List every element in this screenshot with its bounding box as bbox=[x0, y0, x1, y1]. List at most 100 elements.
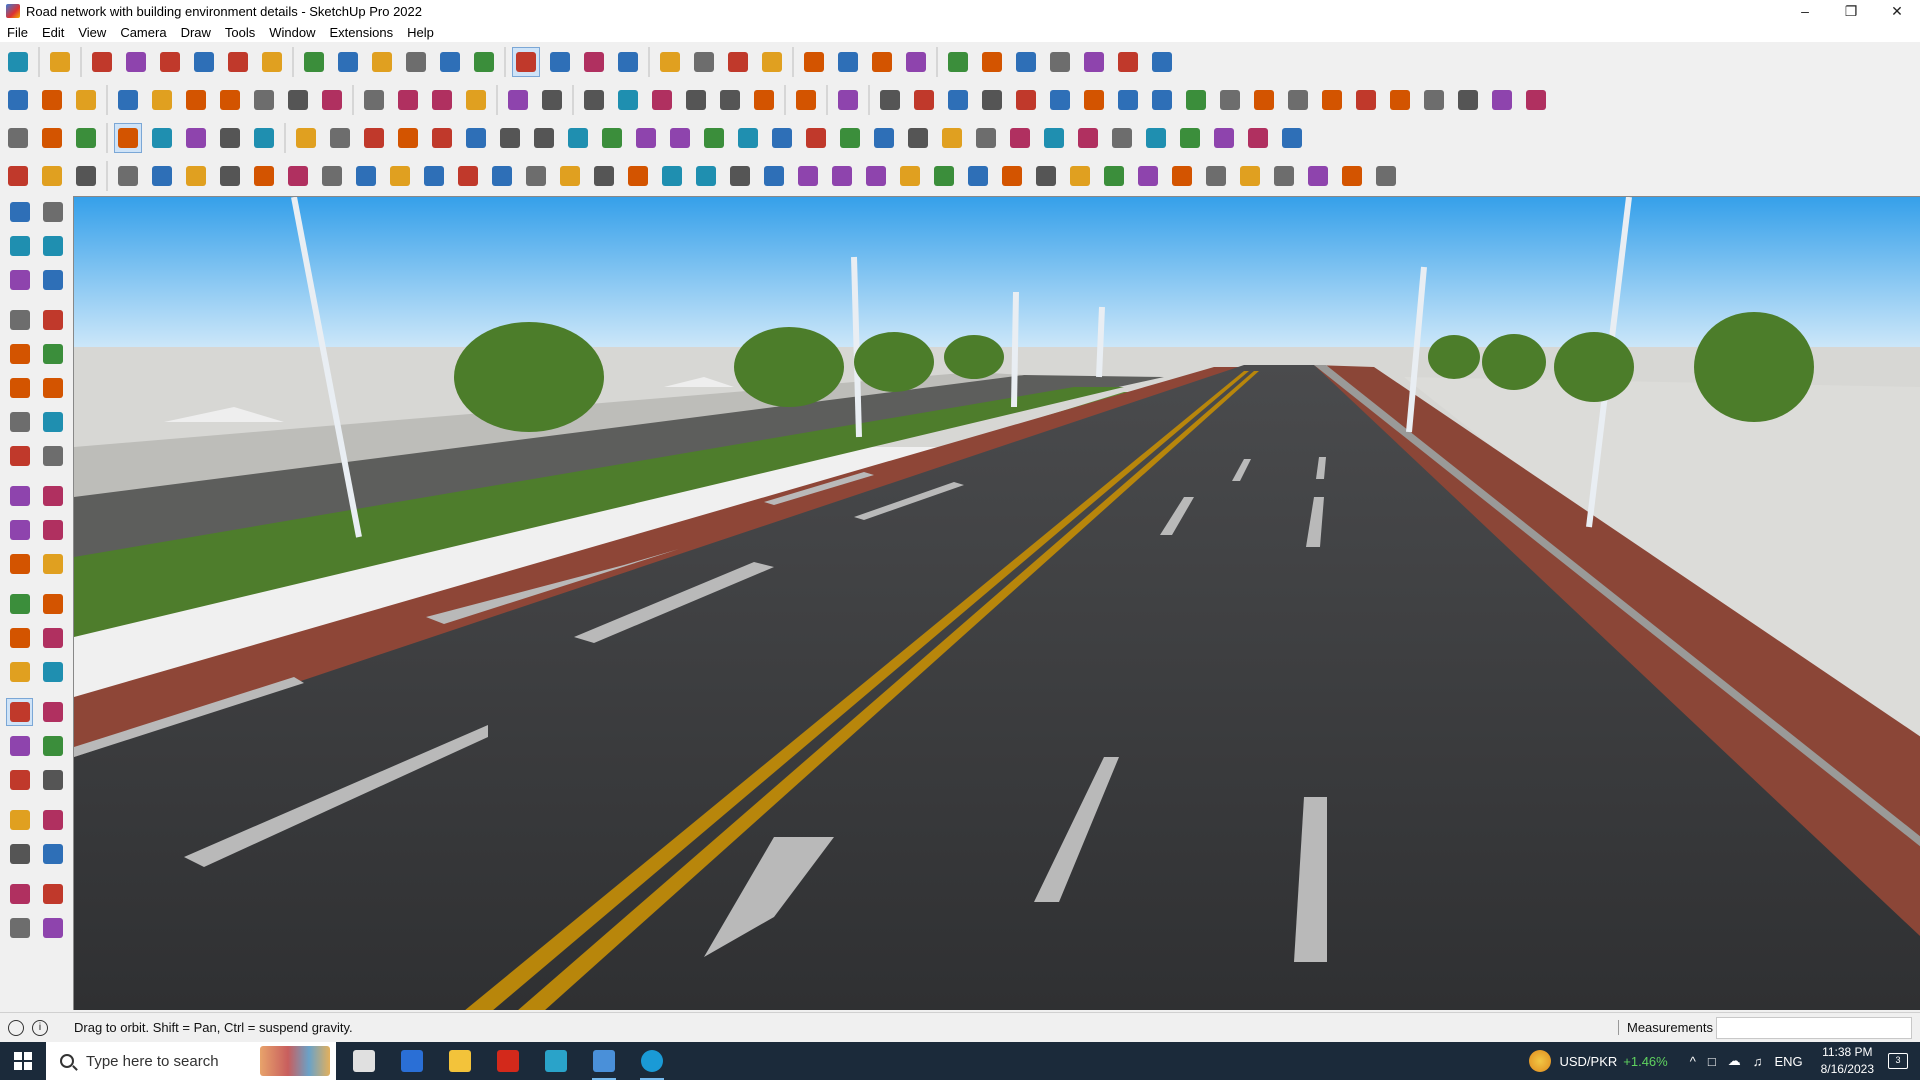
section-button[interactable] bbox=[978, 47, 1006, 77]
stripe-button[interactable] bbox=[964, 161, 992, 191]
clock[interactable]: 11:38 PM 8/16/2023 bbox=[1821, 1044, 1874, 1078]
yellow-plane-button[interactable] bbox=[72, 123, 100, 153]
ticker-name[interactable]: USD/PKR bbox=[1559, 1054, 1617, 1069]
select-button[interactable] bbox=[46, 47, 74, 77]
house-red-button[interactable] bbox=[1006, 123, 1034, 153]
house-a-button[interactable] bbox=[580, 85, 608, 115]
sandbox-button[interactable] bbox=[690, 47, 718, 77]
pylon-button[interactable] bbox=[556, 161, 584, 191]
shed-button[interactable] bbox=[716, 85, 744, 115]
paint-tool-button[interactable] bbox=[6, 232, 33, 260]
undo-button[interactable] bbox=[1080, 47, 1108, 77]
file-explorer-taskbar-button[interactable] bbox=[436, 1042, 484, 1080]
tray-chevron-icon[interactable]: ^ bbox=[1690, 1054, 1696, 1069]
blue-diamond-button[interactable] bbox=[38, 123, 66, 153]
cube-button[interactable] bbox=[4, 85, 32, 115]
cylinder-button[interactable] bbox=[72, 85, 100, 115]
orbit-button[interactable] bbox=[512, 47, 540, 77]
grid-square-button[interactable] bbox=[1074, 123, 1102, 153]
orbit-tool-button[interactable] bbox=[39, 198, 66, 226]
layers-tool-button[interactable] bbox=[6, 914, 33, 942]
share-tool-button[interactable] bbox=[39, 914, 66, 942]
arrow-box-button[interactable] bbox=[1372, 161, 1400, 191]
split-button[interactable] bbox=[938, 123, 966, 153]
zoom-extents-button[interactable] bbox=[614, 47, 642, 77]
offset-tool-button[interactable] bbox=[39, 550, 66, 578]
warn-button[interactable] bbox=[666, 123, 694, 153]
task-view-taskbar-button[interactable] bbox=[340, 1042, 388, 1080]
rect-tool-button[interactable] bbox=[6, 340, 33, 368]
active-tool-button[interactable] bbox=[114, 123, 142, 153]
zoom-tool-button[interactable] bbox=[6, 732, 33, 760]
box-dark-button[interactable] bbox=[1488, 85, 1516, 115]
ramp-button[interactable] bbox=[454, 161, 482, 191]
freehand-tool-button[interactable] bbox=[39, 306, 66, 334]
stair-a-button[interactable] bbox=[352, 161, 380, 191]
section-plane-tool-button[interactable] bbox=[39, 840, 66, 868]
grid-a-button[interactable] bbox=[1066, 161, 1094, 191]
grid-d-button[interactable] bbox=[1168, 161, 1196, 191]
component-tool-button[interactable] bbox=[6, 266, 33, 294]
blue-x-button[interactable] bbox=[564, 123, 592, 153]
polygon-button[interactable] bbox=[978, 85, 1006, 115]
blue-plane-button[interactable] bbox=[4, 123, 32, 153]
flip-button[interactable] bbox=[944, 47, 972, 77]
polyline-button[interactable] bbox=[4, 161, 32, 191]
chain-button[interactable] bbox=[394, 123, 422, 153]
prev-view-tool-button[interactable] bbox=[39, 766, 66, 794]
fork-button[interactable] bbox=[862, 161, 890, 191]
font-button[interactable] bbox=[792, 85, 820, 115]
menu-view[interactable]: View bbox=[71, 25, 113, 40]
green-bars-button[interactable] bbox=[904, 123, 932, 153]
cabin-button[interactable] bbox=[930, 161, 958, 191]
dome-button[interactable] bbox=[1270, 161, 1298, 191]
layers-button[interactable] bbox=[724, 47, 752, 77]
tower-button[interactable] bbox=[998, 161, 1026, 191]
page-button[interactable] bbox=[326, 123, 354, 153]
close-button[interactable]: ✕ bbox=[1874, 0, 1920, 22]
loop-b-button[interactable] bbox=[250, 161, 278, 191]
bucket-button[interactable] bbox=[1454, 85, 1482, 115]
rectangle-button[interactable] bbox=[190, 47, 218, 77]
red-plane-button[interactable] bbox=[182, 123, 210, 153]
sketchup-app-taskbar-button[interactable] bbox=[580, 1042, 628, 1080]
pan-tool-button[interactable] bbox=[39, 698, 66, 726]
ribs-button[interactable] bbox=[590, 161, 618, 191]
menu-camera[interactable]: Camera bbox=[113, 25, 173, 40]
lattice-button[interactable] bbox=[1304, 161, 1332, 191]
brush-pink-button[interactable] bbox=[1284, 85, 1312, 115]
dash-curve-button[interactable] bbox=[38, 161, 66, 191]
grid-dots-button[interactable] bbox=[1278, 123, 1306, 153]
red-hook-button[interactable] bbox=[870, 123, 898, 153]
yellow-grid-button[interactable] bbox=[1176, 123, 1204, 153]
slide-button[interactable] bbox=[522, 161, 550, 191]
ellipse-button[interactable] bbox=[1012, 85, 1040, 115]
curve-button[interactable] bbox=[1148, 85, 1176, 115]
spike-button[interactable] bbox=[828, 161, 856, 191]
orbit-active-tool-button[interactable] bbox=[6, 698, 34, 726]
boxes-button[interactable] bbox=[972, 123, 1000, 153]
walk-tool-button[interactable] bbox=[6, 840, 33, 868]
fan-button[interactable] bbox=[1338, 161, 1366, 191]
tape-measure-button[interactable] bbox=[402, 47, 430, 77]
arc3-tool-button[interactable] bbox=[6, 442, 33, 470]
followme-tool-button[interactable] bbox=[39, 516, 66, 544]
menu-edit[interactable]: Edit bbox=[35, 25, 71, 40]
move-button[interactable] bbox=[300, 47, 328, 77]
circle-b-button[interactable] bbox=[944, 85, 972, 115]
eraser-button[interactable] bbox=[88, 47, 116, 77]
swirl-button[interactable] bbox=[1216, 85, 1244, 115]
share-button[interactable] bbox=[1046, 47, 1074, 77]
dotted-arc-button[interactable] bbox=[462, 123, 490, 153]
slab-button[interactable] bbox=[794, 161, 822, 191]
red-cross-button[interactable] bbox=[496, 123, 524, 153]
pencil-line-button[interactable] bbox=[122, 47, 150, 77]
rotate-button[interactable] bbox=[334, 47, 362, 77]
ticker-change[interactable]: +1.46% bbox=[1623, 1054, 1667, 1069]
pan-button[interactable] bbox=[546, 47, 574, 77]
protractor-tool-button[interactable] bbox=[6, 624, 33, 652]
dots-button[interactable] bbox=[1210, 123, 1238, 153]
menu-extensions[interactable]: Extensions bbox=[323, 25, 401, 40]
restore-button[interactable]: ❐ bbox=[1828, 0, 1874, 22]
taskbar-search[interactable]: Type here to search bbox=[46, 1042, 336, 1080]
